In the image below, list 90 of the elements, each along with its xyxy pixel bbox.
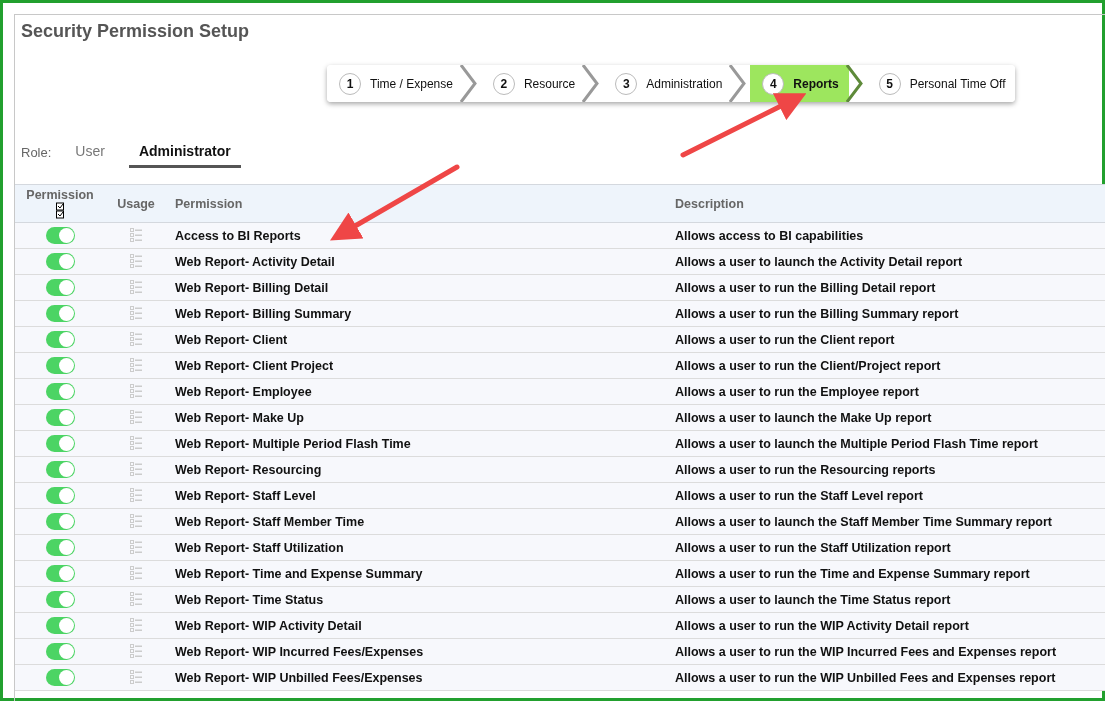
permission-cell-text: Web Report- WIP Unbilled Fees/Expenses [174,670,424,685]
permission-cell-text: Web Report- Time and Expense Summary [174,566,424,581]
page-title: Security Permission Setup [20,21,251,43]
description-cell-text: Allows a user to launch the Time Status report [674,592,952,607]
permission-cell-text: Web Report- Employee [174,384,313,399]
wizard-step[interactable]: 5 Personal Time Off [866,65,1016,102]
column-header: Usage [116,196,156,211]
select-all-icon[interactable] [55,202,65,219]
permission-cell-text: Web Report- Make Up [174,410,305,425]
list-icon[interactable] [130,643,142,660]
role-label: Role: [21,145,52,162]
wizard-step[interactable]: 4 Reports [750,65,849,102]
description-cell-text: Allows a user to run the Time and Expense Summary report [674,566,1031,581]
permission-toggle[interactable] [45,435,75,452]
permission-cell-text: Web Report- Activity Detail [174,254,336,269]
permission-cell-text: Web Report- Client Project [174,358,335,373]
description-cell-text: Allows a user to run the Billing Detail report [674,280,937,295]
chevron-icon [581,65,600,102]
list-icon[interactable] [130,305,142,322]
permission-toggle[interactable] [45,409,75,426]
permission-toggle[interactable] [45,227,75,244]
chevron-icon [844,65,863,102]
wizard-step[interactable]: 3 Administration [603,65,733,102]
description-cell-text: Allows a user to run the Staff Level report [674,488,924,503]
column-header: Description [674,196,745,211]
permission-cell-text: Web Report- Billing Detail [174,280,330,295]
permission-cell-text: Web Report- Client [174,332,289,347]
description-cell-text: Allows a user to run the WIP Unbilled Fees and Expenses report [674,670,1057,685]
column-header: Permission [174,196,244,211]
description-cell-text: Allows a user to run the WIP Activity Detail report [674,618,970,633]
permission-cell-text: Web Report- Time Status [174,592,325,607]
permission-cell-text: Web Report- Staff Utilization [174,540,345,555]
role-tab[interactable]: Administrator [128,143,241,168]
role-tab[interactable]: User [65,143,115,168]
description-cell-text: Allows a user to launch the Multiple Period Flash Time report [674,436,1040,451]
description-cell-text: Allows a user to run the Staff Utilization report [674,540,952,555]
permission-cell-text: Web Report- Resourcing [174,462,323,477]
permission-cell-text: Web Report- Billing Summary [174,306,353,321]
permission-toggle[interactable] [45,305,75,322]
list-icon[interactable] [130,383,142,400]
permission-toggle[interactable] [45,461,75,478]
permission-cell-text: Access to BI Reports [174,228,302,243]
description-cell-text: Allows a user to launch the Staff Member Time Summary report [674,514,1053,529]
list-icon[interactable] [130,669,142,686]
permission-toggle[interactable] [45,383,75,400]
chevron-icon [728,65,747,102]
description-cell-text: Allows a user to run the Billing Summary report [674,306,960,321]
permission-toggle[interactable] [45,357,75,374]
list-icon[interactable] [130,435,142,452]
permission-toggle[interactable] [45,513,75,530]
permission-toggle[interactable] [45,253,75,270]
list-icon[interactable] [130,409,142,426]
permission-cell-text: Web Report- Multiple Period Flash Time [174,436,412,451]
list-icon[interactable] [130,513,142,530]
permission-toggle[interactable] [45,591,75,608]
permission-toggle[interactable] [45,487,75,504]
description-cell-text: Allows a user to launch the Activity Detail report [674,254,964,269]
description-cell-text: Allows a user to run the WIP Incurred Fees and Expenses report [674,644,1058,659]
permission-cell-text: Web Report- Staff Member Time [174,514,366,529]
permission-cell-text: Web Report- Staff Level [174,488,317,503]
list-icon[interactable] [130,487,142,504]
list-icon[interactable] [130,539,142,556]
description-cell-text: Allows a user to launch the Make Up report [674,410,933,425]
list-icon[interactable] [130,331,142,348]
wizard-step[interactable]: 2 Resource [480,65,586,102]
list-icon[interactable] [130,591,142,608]
permission-toggle[interactable] [45,279,75,296]
list-icon[interactable] [130,617,142,634]
wizard-step[interactable]: 1 Time / Expense [327,65,463,102]
permission-toggle[interactable] [45,565,75,582]
description-cell-text: Allows a user to run the Client/Project report [674,358,942,373]
description-cell-text: Allows a user to run the Client report [674,332,896,347]
list-icon[interactable] [130,357,142,374]
list-icon[interactable] [130,253,142,270]
column-header: Permission [26,188,94,202]
list-icon[interactable] [130,279,142,296]
permission-cell-text: Web Report- WIP Incurred Fees/Expenses [174,644,425,659]
permission-toggle[interactable] [45,643,75,660]
list-icon[interactable] [130,461,142,478]
description-cell-text: Allows access to BI capabilities [674,228,865,243]
permission-toggle[interactable] [45,331,75,348]
permission-toggle[interactable] [45,669,75,686]
list-icon[interactable] [130,227,142,244]
description-cell-text: Allows a user to run the Resourcing reports [674,462,937,477]
list-icon[interactable] [130,565,142,582]
permission-toggle[interactable] [45,539,75,556]
description-cell-text: Allows a user to run the Employee report [674,384,920,399]
permission-cell-text: Web Report- WIP Activity Detail [174,618,363,633]
permission-toggle[interactable] [45,617,75,634]
chevron-icon [458,65,477,102]
